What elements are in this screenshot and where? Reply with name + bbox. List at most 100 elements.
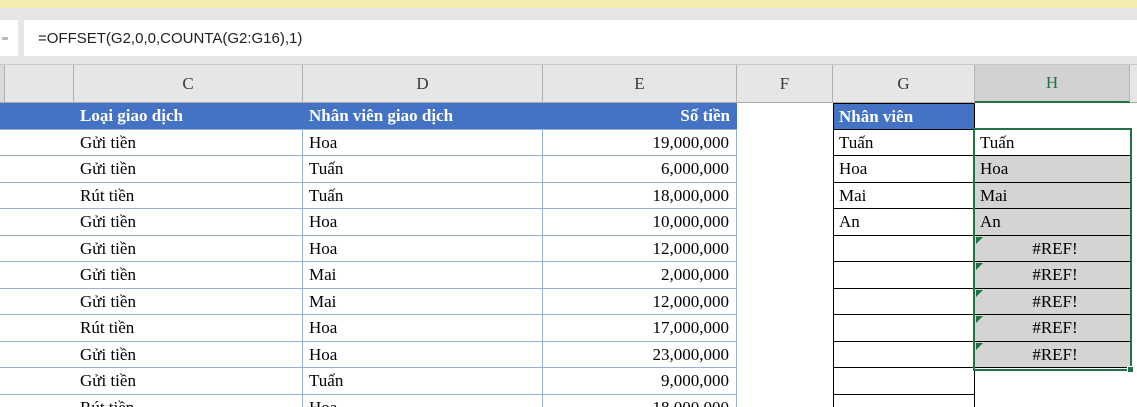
cell-f1[interactable] xyxy=(737,103,833,130)
cell-staff-list[interactable] xyxy=(833,262,975,289)
cell-employee[interactable]: Hoa xyxy=(303,235,543,262)
cell-employee[interactable]: Tuấn xyxy=(303,156,543,183)
cell-amount[interactable]: 18,000,000 xyxy=(543,394,737,407)
cell-transaction-type[interactable]: Gửi tiền xyxy=(74,288,303,315)
ribbon-bottom-edge xyxy=(0,0,1137,8)
cell-amount[interactable]: 2,000,000 xyxy=(543,262,737,289)
cell-b[interactable] xyxy=(0,156,74,183)
cell-f[interactable] xyxy=(737,236,833,263)
cell-amount[interactable]: 23,000,000 xyxy=(543,341,737,368)
cell-b[interactable] xyxy=(0,183,74,209)
cell-transaction-type[interactable]: Gửi tiền xyxy=(74,129,303,156)
cell-c1-header[interactable]: Loại giao dịch xyxy=(74,103,303,130)
cell-amount[interactable]: 10,000,000 xyxy=(543,209,737,236)
cell-f[interactable] xyxy=(737,156,833,183)
column-header-f[interactable]: F xyxy=(737,65,833,103)
cell-employee[interactable]: Hoa xyxy=(303,129,543,156)
cell-offset-result[interactable]: An xyxy=(975,209,1130,236)
cell-f[interactable] xyxy=(737,368,833,395)
column-header-b[interactable] xyxy=(5,65,74,103)
cell-staff-list[interactable] xyxy=(833,341,975,368)
cell-transaction-type[interactable]: Gửi tiền xyxy=(74,262,303,289)
cell-offset-result[interactable]: #REF! xyxy=(975,235,1130,262)
cell-staff-list[interactable] xyxy=(833,288,975,315)
cell-b[interactable] xyxy=(0,342,74,368)
cell-transaction-type[interactable]: Rút tiền xyxy=(74,315,303,342)
table-row: Gửi tiền Tuấn 9,000,000 xyxy=(0,368,1137,395)
cell-employee[interactable]: Mai xyxy=(303,262,543,289)
cell-employee[interactable]: Tuấn xyxy=(303,368,543,395)
cell-staff-list[interactable] xyxy=(833,394,975,407)
cell-offset-result[interactable]: Tuấn xyxy=(975,129,1130,156)
cell-amount[interactable]: 19,000,000 xyxy=(543,129,737,156)
cell-f[interactable] xyxy=(737,395,833,407)
column-header-edge xyxy=(1130,65,1137,103)
cell-staff-list[interactable]: Mai xyxy=(833,182,975,209)
cell-amount[interactable]: 12,000,000 xyxy=(543,288,737,315)
cell-transaction-type[interactable]: Gửi tiền xyxy=(74,368,303,395)
cell-employee[interactable]: Hoa xyxy=(303,394,543,407)
cell-h1[interactable] xyxy=(975,103,1130,130)
cell-e1-header[interactable]: Số tiền xyxy=(543,103,737,130)
cell-f[interactable] xyxy=(737,315,833,342)
table-row: Rút tiền Hoa 18,000,000 xyxy=(0,394,1137,407)
cell-amount[interactable]: 18,000,000 xyxy=(543,182,737,209)
cell-f[interactable] xyxy=(737,289,833,316)
cell-offset-result[interactable]: Hoa xyxy=(975,156,1130,183)
cell-employee[interactable]: Hoa xyxy=(303,341,543,368)
cell-amount[interactable]: 17,000,000 xyxy=(543,315,737,342)
cell-f[interactable] xyxy=(737,342,833,369)
cell-b[interactable] xyxy=(0,262,74,289)
cell-b[interactable] xyxy=(0,395,74,407)
column-header-d[interactable]: D xyxy=(303,65,543,103)
cell-offset-result[interactable]: #REF! xyxy=(975,341,1130,368)
cell-amount[interactable]: 9,000,000 xyxy=(543,368,737,395)
cell-b[interactable] xyxy=(0,236,74,262)
cell-b[interactable] xyxy=(0,368,74,395)
fill-handle[interactable] xyxy=(1127,366,1134,373)
cell-offset-result[interactable]: #REF! xyxy=(975,288,1130,315)
cell-employee[interactable]: Hoa xyxy=(303,315,543,342)
cell-b[interactable] xyxy=(0,289,74,315)
cell-transaction-type[interactable]: Gửi tiền xyxy=(74,341,303,368)
cell-amount[interactable]: 12,000,000 xyxy=(543,235,737,262)
column-header-c[interactable]: C xyxy=(74,65,303,103)
cell-f[interactable] xyxy=(737,130,833,157)
cell-staff-list[interactable]: Hoa xyxy=(833,156,975,183)
cell-d1-header[interactable]: Nhân viên giao dịch xyxy=(303,103,543,130)
formula-input[interactable]: =OFFSET(G2,0,0,COUNTA(G2:G16),1) xyxy=(24,20,1137,56)
column-header-e[interactable]: E xyxy=(543,65,737,103)
cell-amount[interactable]: 6,000,000 xyxy=(543,156,737,183)
cell-g1-header[interactable]: Nhân viên xyxy=(833,103,975,130)
cell-edge xyxy=(1130,236,1137,263)
cell-f[interactable] xyxy=(737,209,833,236)
cell-staff-list[interactable] xyxy=(833,368,975,395)
cell-offset-result[interactable] xyxy=(975,368,1130,395)
cell-staff-list[interactable]: Tuấn xyxy=(833,129,975,156)
cell-transaction-type[interactable]: Gửi tiền xyxy=(74,235,303,262)
cell-employee[interactable]: Mai xyxy=(303,288,543,315)
cell-employee[interactable]: Tuấn xyxy=(303,182,543,209)
error-indicator-icon xyxy=(976,236,983,244)
cell-employee[interactable]: Hoa xyxy=(303,209,543,236)
cell-b1[interactable] xyxy=(0,103,74,130)
column-header-h[interactable]: H xyxy=(975,65,1130,103)
cell-staff-list[interactable] xyxy=(833,315,975,342)
cell-offset-result[interactable]: #REF! xyxy=(975,315,1130,342)
cell-offset-result[interactable]: #REF! xyxy=(975,262,1130,289)
cell-transaction-type[interactable]: Gửi tiền xyxy=(74,209,303,236)
cell-staff-list[interactable]: An xyxy=(833,209,975,236)
cell-offset-result[interactable] xyxy=(975,395,1130,407)
cell-f[interactable] xyxy=(737,262,833,289)
cell-transaction-type[interactable]: Rút tiền xyxy=(74,182,303,209)
cell-b[interactable] xyxy=(0,209,74,236)
cell-b[interactable] xyxy=(0,315,74,342)
cell-staff-list[interactable] xyxy=(833,235,975,262)
column-header-g[interactable]: G xyxy=(833,65,975,103)
cell-b[interactable] xyxy=(0,130,74,156)
cell-offset-result[interactable]: Mai xyxy=(975,182,1130,209)
name-box[interactable] xyxy=(0,20,18,56)
cell-transaction-type[interactable]: Rút tiền xyxy=(74,394,303,407)
cell-transaction-type[interactable]: Gửi tiền xyxy=(74,156,303,183)
cell-f[interactable] xyxy=(737,183,833,210)
